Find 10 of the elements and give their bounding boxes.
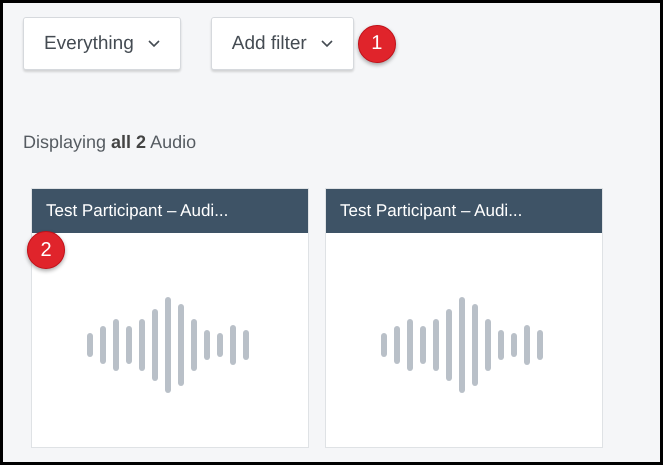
callout-badge: 2 [27,231,65,269]
callout-badge: 1 [358,24,396,62]
filter-dropdown[interactable]: Add filter [210,17,354,70]
audio-card[interactable]: Test Participant – Audi... [325,188,603,448]
card-title: Test Participant – Audi... [32,189,308,233]
card-title: Test Participant – Audi... [326,189,602,233]
chevron-down-icon [148,40,160,48]
results-summary: Displaying all 2 Audio [23,132,198,153]
filter-dropdown[interactable]: Everything [23,17,181,70]
chevron-down-icon [320,40,333,48]
